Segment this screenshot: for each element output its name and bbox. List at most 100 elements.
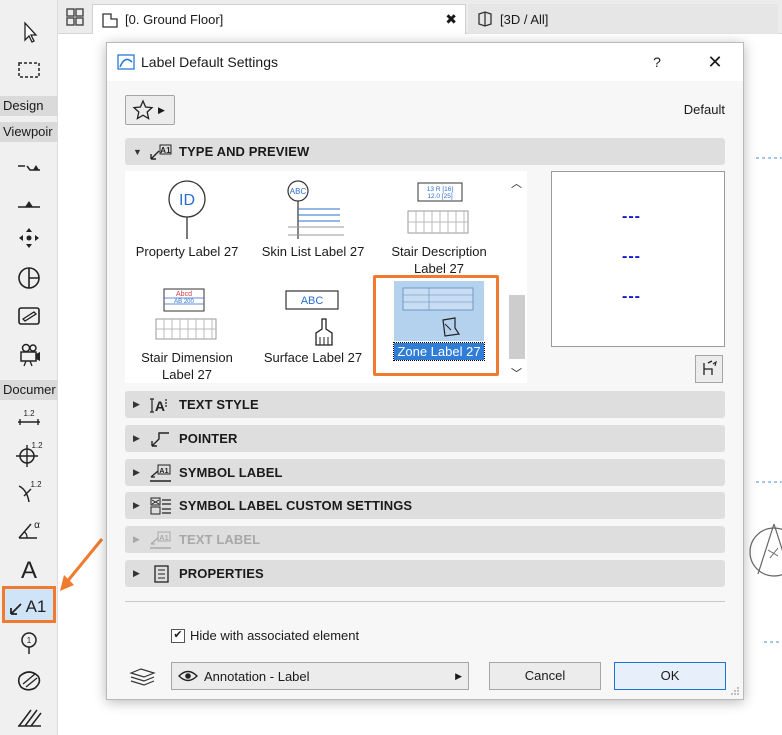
panel-text-style[interactable]: ▶ A TEXT STYLE — [125, 391, 725, 418]
section-tool[interactable] — [8, 150, 50, 182]
arrow-cursor-icon — [24, 21, 38, 43]
panel-text-style-label: TEXT STYLE — [179, 397, 259, 412]
expand-triangle-icon: ▶ — [133, 467, 141, 477]
layer-select-value: Annotation - Label — [204, 668, 310, 684]
label-tool[interactable]: A1 — [2, 586, 56, 623]
fill-icon — [17, 671, 41, 691]
panel-text-label: ▶ A1 TEXT LABEL — [125, 526, 725, 553]
camera-icon — [20, 343, 40, 367]
type-item-label-selected: Zone Label 27 — [377, 342, 501, 361]
dialog-title: Label Default Settings — [141, 54, 278, 70]
tab-ground-floor-label: [0. Ground Floor] — [125, 12, 224, 27]
text-style-icon: A — [149, 395, 173, 415]
panel-pointer-label: POINTER — [179, 431, 238, 446]
grid-view-icon[interactable] — [64, 6, 86, 28]
svg-text:A: A — [155, 398, 165, 414]
surface-label-thumbnail: ABC — [285, 290, 339, 346]
expand-triangle-icon: ▶ — [133, 568, 141, 578]
cancel-button[interactable]: Cancel — [489, 662, 601, 690]
fill-tool[interactable] — [8, 664, 50, 696]
text-tool[interactable]: A — [8, 552, 50, 584]
expand-triangle-icon: ▶ — [133, 433, 141, 443]
star-icon — [132, 99, 154, 120]
type-item-stair-description-label[interactable]: 13 R [16] 12.0 [25] Stair Description Lab… — [377, 175, 501, 277]
svg-text:1.2: 1.2 — [30, 480, 42, 489]
skin-thumb-text: ABC — [290, 187, 307, 196]
radial-dimension-tool[interactable]: 1.2 — [8, 476, 50, 508]
stair-dimension-thumbnail: AbcdAB 200 — [155, 288, 217, 340]
type-item-property-label[interactable]: ID Property Label 27 — [125, 175, 249, 260]
marquee-tool[interactable] — [8, 54, 50, 86]
worksheet-tool[interactable] — [8, 262, 50, 294]
svg-text:1.2: 1.2 — [23, 409, 35, 418]
tab-3d-all[interactable]: [3D / All] — [468, 4, 778, 34]
preview-options-button[interactable] — [695, 355, 723, 383]
expand-triangle-icon: ▶ — [133, 500, 141, 510]
dimension-tool[interactable]: 1.2 — [8, 404, 50, 436]
type-item-label: Stair Dimension Label 27 — [141, 350, 233, 382]
panel-symbol-label[interactable]: ▶ A1 SYMBOL LABEL — [125, 459, 725, 486]
dialog-titlebar[interactable]: Label Default Settings ? ✕ — [107, 43, 743, 81]
type-item-label: Stair Description Label 27 — [391, 244, 487, 276]
viewpoint-section-label[interactable]: Viewpoir — [0, 122, 58, 142]
orange-annotation-arrow — [60, 538, 104, 591]
stair-desc-thumb-text-1: 13 R [16] — [427, 186, 454, 193]
hide-with-element-row[interactable]: ✔ Hide with associated element — [171, 628, 359, 643]
arrow-tool[interactable] — [8, 16, 50, 48]
layers-icon — [129, 668, 156, 686]
ok-button[interactable]: OK — [614, 662, 726, 690]
type-item-stair-dimension-label[interactable]: Abcd AB 200 Stair Dimension Label 27 — [125, 281, 249, 383]
document-section-label[interactable]: Documer — [0, 380, 58, 400]
text-label-icon: A1 — [149, 530, 173, 550]
camera-tool[interactable] — [8, 338, 50, 370]
elevation-icon — [18, 201, 40, 208]
type-item-zone-label[interactable]: Zone Label 27 — [377, 281, 501, 361]
type-preview-icon: A1 — [149, 142, 173, 162]
close-tab-icon[interactable]: ✖ — [445, 11, 457, 28]
panel-text-label-label: TEXT LABEL — [179, 532, 261, 547]
type-item-skin-list-label[interactable]: ABC Skin List Label 27 — [251, 175, 375, 260]
type-item-surface-label[interactable]: ABC Surface Label 27 — [251, 281, 375, 366]
hatch-tool[interactable] — [8, 700, 50, 732]
collapse-triangle-icon: ▼ — [133, 146, 143, 157]
expand-triangle-icon: ▶ — [133, 399, 141, 409]
scroll-up-chevron-icon[interactable]: ︿ — [511, 175, 522, 191]
stair-dim-thumb-text-2: AB 200 — [174, 299, 194, 305]
3d-view-icon — [478, 11, 492, 27]
design-section-label[interactable]: Design — [0, 96, 58, 116]
panel-properties[interactable]: ▶ PROPERTIES — [125, 560, 725, 587]
marquee-icon — [18, 62, 40, 78]
layer-select[interactable]: Annotation - Label ▶ — [171, 662, 469, 690]
help-button[interactable]: ? — [645, 51, 669, 73]
panel-pointer[interactable]: ▶ POINTER — [125, 425, 725, 452]
detail-tool[interactable] — [8, 300, 50, 332]
toolbox: Design Viewpoir Documer 1.2 1.2 1.2 α A … — [0, 0, 58, 735]
svg-text:A1: A1 — [26, 597, 47, 616]
eye-icon — [178, 670, 198, 682]
zone-stamp-tool[interactable]: 1 — [8, 626, 50, 658]
tab-ground-floor[interactable]: [0. Ground Floor] ✖ — [92, 4, 466, 34]
surface-thumb-text: ABC — [301, 295, 324, 307]
property-label-thumbnail: ID — [168, 180, 206, 239]
svg-text:A1: A1 — [159, 535, 168, 542]
scrollbar-thumb[interactable] — [509, 295, 525, 359]
scroll-down-chevron-icon[interactable]: ﹀ — [511, 365, 522, 381]
resize-grip-icon[interactable] — [730, 686, 740, 696]
favorites-button[interactable]: ▶ — [125, 95, 175, 125]
stair-dim-thumb-text-1: Abcd — [176, 291, 192, 298]
preview-chair-icon — [703, 360, 717, 375]
angle-dimension-tool[interactable]: α — [8, 514, 50, 546]
view-tab-bar: [0. Ground Floor] ✖ [3D / All] — [58, 0, 782, 34]
close-dialog-button[interactable]: ✕ — [703, 51, 727, 73]
hide-with-element-checkbox[interactable]: ✔ — [171, 628, 185, 643]
elevation-tool[interactable] — [8, 186, 50, 218]
label-type-list: ID Property Label 27 ABC Skin List Label… — [125, 171, 507, 383]
dropdown-arrow-icon: ▶ — [455, 670, 462, 681]
stair-description-thumbnail: 13 R [16]12.0 [25] — [407, 182, 469, 234]
interior-elevation-tool[interactable] — [8, 222, 50, 254]
panel-symbol-label-custom-settings[interactable]: ▶ SYMBOL LABEL CUSTOM SETTINGS — [125, 492, 725, 519]
level-dimension-tool[interactable]: 1.2 — [8, 438, 50, 470]
type-list-scrollbar[interactable]: ︿ ﹀ — [507, 171, 527, 383]
panel-type-and-preview[interactable]: ▼ A1 TYPE AND PREVIEW — [125, 138, 725, 165]
svg-text:1.2: 1.2 — [31, 441, 43, 450]
